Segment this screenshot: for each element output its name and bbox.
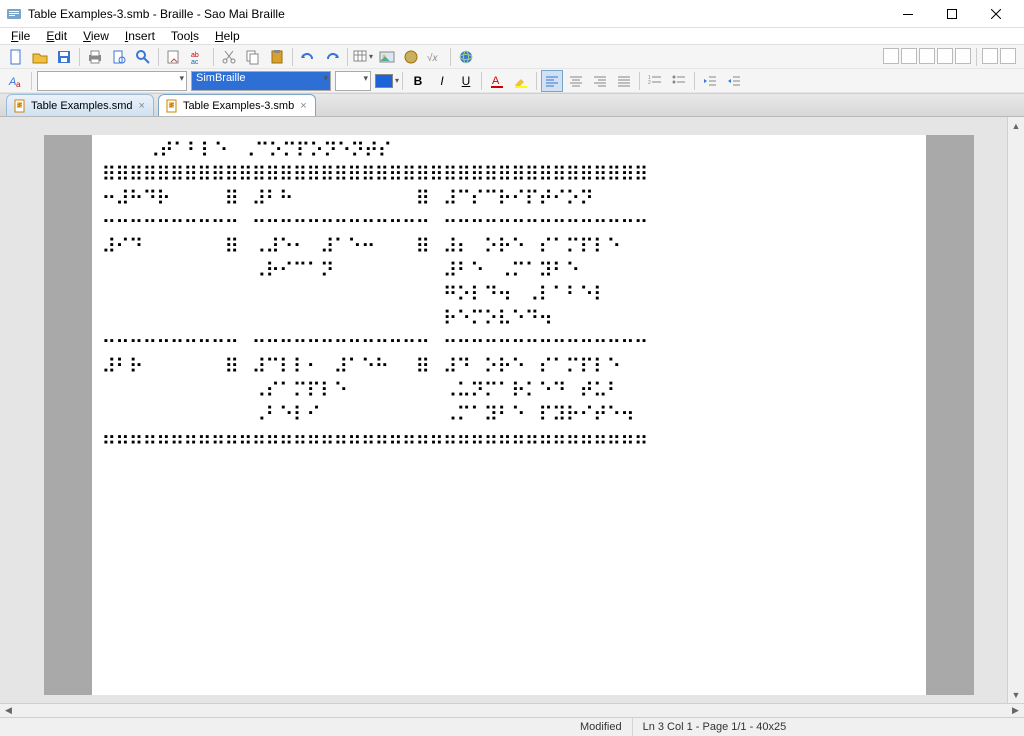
panel-box-4[interactable]	[937, 48, 953, 64]
preview-icon[interactable]	[108, 46, 130, 68]
status-bar: Modified Ln 3 Col 1 - Page 1/1 - 40x25	[0, 717, 1024, 736]
size-combo[interactable]	[335, 71, 371, 91]
panel-box-1[interactable]	[883, 48, 899, 64]
close-icon[interactable]: ×	[139, 100, 145, 112]
menu-view[interactable]: View	[76, 28, 116, 44]
toolbar-format: Aa SimBraille ▾ B I U A 12	[0, 69, 1024, 93]
svg-text:√x: √x	[427, 52, 438, 64]
font-style-icon[interactable]: Aa	[5, 70, 27, 92]
page-viewport: ⠠⠞⠁⠃⠇⠑⠀⠠⠉⠕⠍⠏⠕⠝⠑⠝⠞⠎ ⠿⠿⠿⠿⠿⠿⠿⠿⠿⠿⠿⠿⠿⠿⠿⠿⠿⠿⠿⠿⠿…	[0, 117, 1007, 703]
web-icon[interactable]	[455, 46, 477, 68]
insert-formula-icon[interactable]: √x	[424, 46, 446, 68]
open-icon[interactable]	[29, 46, 51, 68]
translation-combo[interactable]: SimBraille	[191, 71, 331, 91]
document-icon	[13, 99, 27, 113]
bold-button[interactable]: B	[407, 70, 429, 92]
minimize-button[interactable]	[886, 0, 930, 28]
redo-icon[interactable]	[321, 46, 343, 68]
margin-right	[926, 135, 974, 695]
insert-link-icon[interactable]	[400, 46, 422, 68]
panel-box-5[interactable]	[955, 48, 971, 64]
panel-box-6[interactable]	[982, 48, 998, 64]
tab-label: Table Examples.smd	[31, 100, 133, 112]
list-number-icon[interactable]: 12	[644, 70, 666, 92]
scroll-track[interactable]	[1008, 134, 1024, 686]
svg-text:A: A	[492, 75, 500, 87]
scroll-right-icon[interactable]: ▶	[1007, 704, 1024, 717]
undo-icon[interactable]	[297, 46, 319, 68]
svg-text:2: 2	[648, 80, 651, 86]
scroll-left-icon[interactable]: ◀	[0, 704, 17, 717]
scroll-up-icon[interactable]: ▲	[1008, 117, 1024, 134]
insert-image-icon[interactable]	[376, 46, 398, 68]
menu-bar: File Edit View Insert Tools Help	[0, 28, 1024, 45]
abac-icon[interactable]: abac	[187, 46, 209, 68]
font-combo[interactable]	[37, 71, 187, 91]
maximize-button[interactable]	[930, 0, 974, 28]
cut-icon[interactable]	[218, 46, 240, 68]
horizontal-scrollbar[interactable]: ◀ ▶	[0, 703, 1024, 717]
title-bar: Table Examples-3.smb - Braille - Sao Mai…	[0, 0, 1024, 28]
align-left-icon[interactable]	[541, 70, 563, 92]
italic-label: I	[440, 74, 443, 88]
close-icon[interactable]: ×	[300, 100, 306, 112]
tab-label: Table Examples-3.smb	[183, 100, 294, 112]
document-icon	[165, 99, 179, 113]
menu-insert[interactable]: Insert	[118, 28, 162, 44]
toolbar-standard: abac ▾ √x	[0, 45, 1024, 69]
align-right-icon[interactable]	[589, 70, 611, 92]
italic-button[interactable]: I	[431, 70, 453, 92]
menu-edit[interactable]: Edit	[39, 28, 74, 44]
indent-icon[interactable]	[723, 70, 745, 92]
highlight-icon[interactable]	[510, 70, 532, 92]
tab-table-examples-smd[interactable]: Table Examples.smd ×	[6, 94, 154, 116]
toolbars: abac ▾ √x Aa SimBraille ▾	[0, 45, 1024, 94]
window-title: Table Examples-3.smb - Braille - Sao Mai…	[28, 7, 886, 21]
braille-content[interactable]: ⠠⠞⠁⠃⠇⠑⠀⠠⠉⠕⠍⠏⠕⠝⠑⠝⠞⠎ ⠿⠿⠿⠿⠿⠿⠿⠿⠿⠿⠿⠿⠿⠿⠿⠿⠿⠿⠿⠿⠿…	[92, 135, 926, 695]
print-icon[interactable]	[84, 46, 106, 68]
paste-icon[interactable]	[266, 46, 288, 68]
save-icon[interactable]	[53, 46, 75, 68]
document-tabs: Table Examples.smd × Table Examples-3.sm…	[0, 94, 1024, 117]
new-icon[interactable]	[5, 46, 27, 68]
margin-left	[44, 135, 92, 695]
panel-buttons	[879, 48, 1020, 66]
scroll-down-icon[interactable]: ▼	[1008, 686, 1024, 703]
menu-file[interactable]: File	[4, 28, 37, 44]
font-color-icon[interactable]: A	[486, 70, 508, 92]
align-center-icon[interactable]	[565, 70, 587, 92]
panel-box-7[interactable]	[1000, 48, 1016, 64]
app-icon	[6, 6, 22, 22]
panel-box-3[interactable]	[919, 48, 935, 64]
copy-icon[interactable]	[242, 46, 264, 68]
goto-icon[interactable]	[163, 46, 185, 68]
status-position: Ln 3 Col 1 - Page 1/1 - 40x25	[633, 718, 797, 736]
insert-table-icon[interactable]: ▾	[352, 46, 374, 68]
scroll-track[interactable]	[17, 704, 1007, 717]
svg-text:ab: ab	[191, 52, 199, 59]
font-color-swatch[interactable]	[375, 74, 393, 88]
svg-text:a: a	[16, 80, 21, 89]
page[interactable]: ⠠⠞⠁⠃⠇⠑⠀⠠⠉⠕⠍⠏⠕⠝⠑⠝⠞⠎ ⠿⠿⠿⠿⠿⠿⠿⠿⠿⠿⠿⠿⠿⠿⠿⠿⠿⠿⠿⠿⠿…	[44, 135, 974, 695]
close-button[interactable]	[974, 0, 1018, 28]
bold-label: B	[414, 74, 423, 88]
underline-button[interactable]: U	[455, 70, 477, 92]
list-bullet-icon[interactable]	[668, 70, 690, 92]
svg-text:ac: ac	[191, 59, 199, 65]
menu-tools[interactable]: Tools	[164, 28, 206, 44]
vertical-scrollbar[interactable]: ▲ ▼	[1007, 117, 1024, 703]
outdent-icon[interactable]	[699, 70, 721, 92]
find-icon[interactable]	[132, 46, 154, 68]
tab-table-examples-3-smb[interactable]: Table Examples-3.smb ×	[158, 94, 316, 116]
editor-area: ⠠⠞⠁⠃⠇⠑⠀⠠⠉⠕⠍⠏⠕⠝⠑⠝⠞⠎ ⠿⠿⠿⠿⠿⠿⠿⠿⠿⠿⠿⠿⠿⠿⠿⠿⠿⠿⠿⠿⠿…	[0, 117, 1024, 703]
underline-label: U	[462, 74, 471, 88]
status-modified: Modified	[570, 718, 633, 736]
panel-box-2[interactable]	[901, 48, 917, 64]
menu-help[interactable]: Help	[208, 28, 247, 44]
align-justify-icon[interactable]	[613, 70, 635, 92]
